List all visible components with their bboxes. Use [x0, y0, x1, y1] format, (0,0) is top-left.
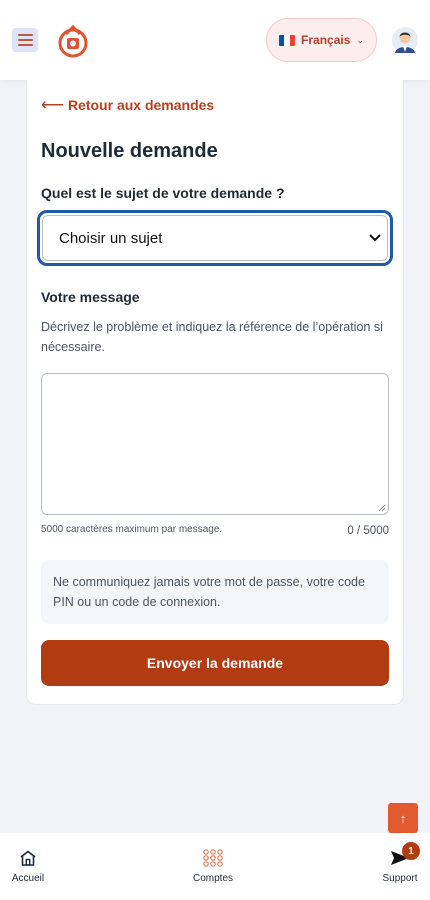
- max-length-note: 5000 caractères maximum par message.: [41, 524, 223, 535]
- subject-label: Quel est le sujet de votre demande ?: [41, 185, 285, 201]
- character-counter: 0 / 5000: [347, 525, 389, 537]
- nav-item-accounts[interactable]: Comptes: [190, 847, 236, 884]
- back-link-label: Retour aux demandes: [67, 97, 215, 113]
- accounts-grid-icon: [203, 849, 223, 867]
- nav-accounts-label: Comptes: [192, 873, 233, 884]
- home-icon: [20, 850, 36, 866]
- language-label: Français: [301, 33, 351, 47]
- bottom-navigation: Accueil Comptes 1 Support: [0, 833, 430, 900]
- scroll-to-top-button[interactable]: ↑: [388, 803, 418, 833]
- user-avatar-icon[interactable]: [392, 27, 418, 53]
- message-textarea[interactable]: [41, 373, 389, 515]
- page-title: Nouvelle demande: [41, 140, 218, 162]
- top-bar: Français ⌄: [0, 0, 430, 80]
- brand-logo-icon[interactable]: [56, 24, 90, 58]
- message-label: Votre message: [41, 289, 140, 305]
- language-selector[interactable]: Français ⌄: [266, 18, 377, 62]
- nav-support-label: Support: [382, 873, 418, 884]
- subject-select-focus-ring: Choisir un sujet: [37, 210, 393, 266]
- arrow-left-icon: ⟵: [41, 97, 64, 114]
- notification-badge: 1: [402, 842, 420, 860]
- back-to-requests-link[interactable]: ⟵ Retour aux demandes: [41, 95, 214, 115]
- nav-item-home[interactable]: Accueil: [10, 847, 46, 884]
- nav-home-label: Accueil: [11, 873, 45, 884]
- message-help-text: Décrivez le problème et indiquez la réfé…: [41, 320, 383, 354]
- nav-item-support[interactable]: 1 Support: [380, 842, 420, 884]
- hamburger-menu-icon[interactable]: [12, 28, 38, 52]
- chevron-down-icon: [369, 234, 381, 242]
- security-warning: Ne communiquez jamais votre mot de passe…: [41, 560, 389, 624]
- resize-grip-icon[interactable]: [378, 504, 386, 512]
- subject-select-value: Choisir un sujet: [59, 229, 163, 247]
- french-flag-icon: [279, 34, 296, 46]
- subject-select[interactable]: Choisir un sujet: [42, 215, 388, 261]
- chevron-down-icon: ⌄: [356, 34, 364, 45]
- arrow-up-icon: ↑: [399, 810, 407, 826]
- submit-request-button[interactable]: Envoyer la demande: [41, 640, 389, 686]
